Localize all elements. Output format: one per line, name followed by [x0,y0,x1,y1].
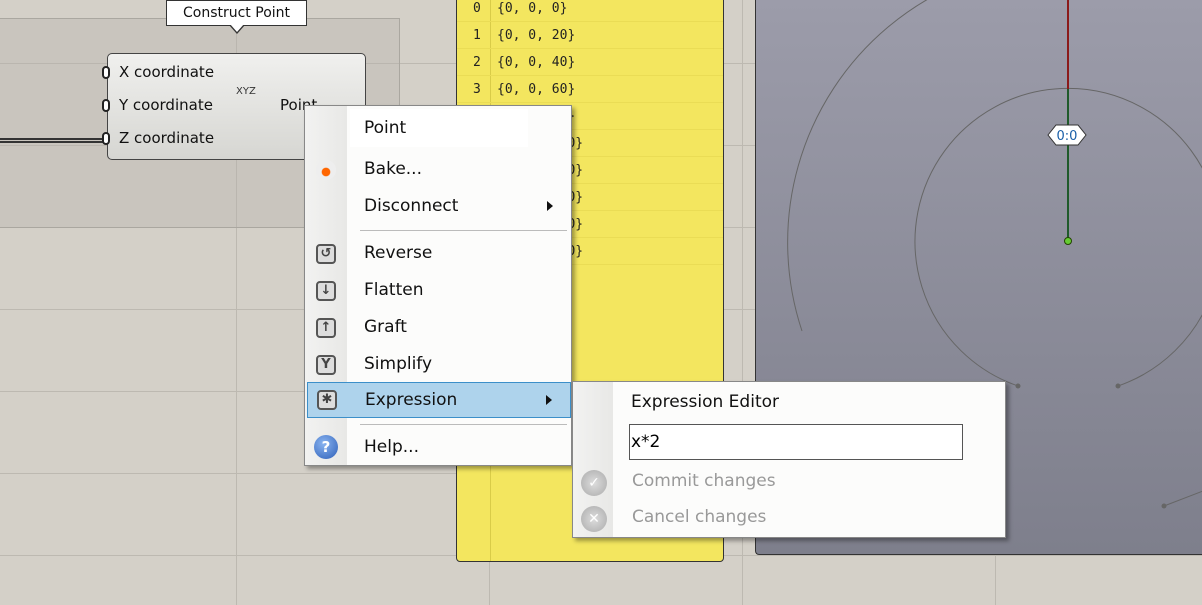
cancel-icon: ✕ [581,506,607,532]
menu-header: Point [305,112,571,144]
wire [0,138,104,143]
menu-item-label: Flatten [364,280,424,300]
input-grip-x[interactable] [102,66,110,79]
menu-separator [360,230,567,231]
commit-changes-item[interactable]: Commit changes [632,471,776,491]
row-value: {0, 0, 40} [497,55,576,70]
menu-item-label: Disconnect [364,196,459,216]
menu-item-disconnect[interactable]: Disconnect [305,190,571,222]
tooltip-arrow-fill [230,24,244,32]
row-value: {0, 0, 20} [497,28,576,43]
reverse-icon: ↺ [316,244,336,264]
simplify-icon: Y [316,355,336,375]
row-index: 3 [473,82,481,97]
help-icon: ? [314,435,338,459]
menu-item-flatten[interactable]: ↓ Flatten [305,274,571,306]
expression-icon: ✱ [317,390,337,410]
menu-item-help[interactable]: ? Help... [305,431,571,463]
menu-item-label: Expression [365,390,458,410]
row-index: 0 [473,1,481,16]
menu-item-label: Help... [364,437,419,457]
bake-icon [316,160,336,180]
context-menu: Point Bake... Disconnect ↺ Reverse ↓ Flatt… [304,105,572,466]
row-value: {0, 0, 60} [497,82,576,97]
input-grip-y[interactable] [102,99,110,112]
arc-end-dot [1161,503,1167,509]
flatten-icon: ↓ [316,281,336,301]
menu-separator [360,424,567,425]
menu-item-expression[interactable]: ✱ Expression [307,382,571,418]
arc-end-dot [1015,383,1021,389]
panel-row: 2 {0, 0, 40} [457,49,723,76]
chevron-right-icon [547,201,553,211]
tooltip: Construct Point [166,0,307,26]
menu-item-bake[interactable]: Bake... [305,153,571,185]
xyz-icon: XYZ [236,86,256,97]
point-label: 0:0 [1057,129,1078,144]
point-marker [1064,237,1072,245]
expression-editor-title: Expression Editor [631,392,779,412]
input-y-label: Y coordinate [119,96,213,114]
check-icon: ✓ [581,470,607,496]
menu-header-label: Point [364,118,407,138]
row-value: {0, 0, 0} [497,1,568,16]
outer-arc-segment [1163,490,1202,507]
row-index: 1 [473,28,481,43]
row-index: 2 [473,55,481,70]
menu-item-graft[interactable]: ↑ Graft [305,311,571,343]
input-z-label: Z coordinate [119,129,215,147]
menu-item-label: Simplify [364,354,433,374]
menu-item-label: Graft [364,317,407,337]
menu-item-label: Bake... [364,159,422,179]
cancel-changes-item[interactable]: Cancel changes [632,507,766,527]
menu-item-simplify[interactable]: Y Simplify [305,348,571,380]
input-grip-z[interactable] [102,132,110,145]
outer-arc [787,0,928,332]
expression-submenu: Expression Editor ✓ Commit changes ✕ Can… [572,381,1006,538]
panel-row: 1 {0, 0, 20} [457,22,723,49]
chevron-right-icon [546,395,552,405]
menu-item-reverse[interactable]: ↺ Reverse [305,237,571,269]
panel-row: 0 {0, 0, 0} [457,0,723,22]
input-x-label: X coordinate [119,63,215,81]
panel-row: 3 {0, 0, 60} [457,76,723,103]
menu-item-label: Reverse [364,243,433,263]
graft-icon: ↑ [316,318,336,338]
arc-end-dot [1115,383,1121,389]
expression-input[interactable] [629,424,963,460]
